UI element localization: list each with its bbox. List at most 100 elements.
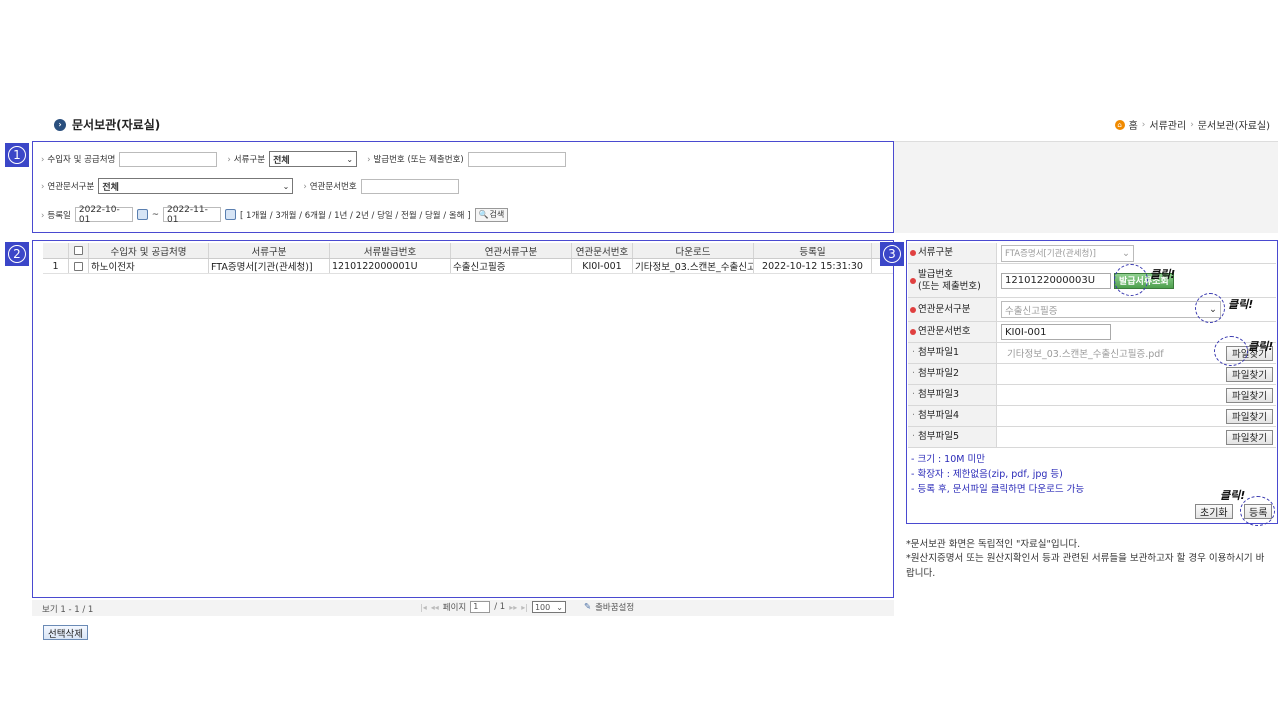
col-download[interactable]: 다운로드 [633, 243, 754, 258]
doctype-select[interactable]: 전체 ⌄ [269, 151, 358, 167]
section-badge-3: 3 [880, 242, 904, 266]
search-panel-filler [894, 141, 1278, 233]
file-browse-button-5[interactable]: 파일찾기 [1226, 429, 1273, 445]
grid-header: 수입자 및 공급처명 서류구분 서류발급번호 연관서류구분 연관문서번호 다운로… [43, 243, 893, 259]
chevron-down-icon: ⌄ [556, 602, 563, 612]
calendar-icon[interactable] [136, 209, 148, 220]
attach-label-5: · 첨부파일5 [908, 427, 997, 447]
note-extension: - 확장자 : 제한없음(zip, pdf, jpg 등) [911, 469, 1063, 480]
breadcrumb-current: 문서보관(자료실) [1197, 121, 1270, 132]
section-badge-1: 1 [5, 143, 29, 167]
attach-label-3: · 첨부파일3 [908, 385, 997, 405]
row-check-cell[interactable] [69, 259, 89, 273]
period-this-year[interactable]: 올해 [449, 211, 465, 221]
period-today[interactable]: 당일 [377, 211, 393, 221]
col-related-no[interactable]: 연관문서번호 [572, 243, 633, 258]
issue-no-input[interactable] [467, 151, 566, 167]
click-highlight-related-type [1195, 293, 1225, 323]
reset-button[interactable]: 초기화 [1195, 504, 1233, 519]
form-row-attach-5: · 첨부파일5 파일찾기 [908, 427, 1276, 448]
period-last-month[interactable]: 전월 [401, 211, 417, 221]
form-doctype-value: FTA증명서[기관(관세청)] [1005, 249, 1096, 259]
page-input[interactable]: 1 [470, 601, 491, 613]
required-icon [910, 277, 916, 284]
doctype-select-value: 전체 [273, 155, 290, 166]
pager-nav: |◂ ◂◂ 페이지 1 / 1 ▸▸ ▸| 100 ⌄ ✎ 출바꿈설정 [420, 601, 634, 613]
breadcrumb-separator-icon: › [1141, 119, 1146, 130]
period-1y[interactable]: 1년 [334, 211, 347, 221]
col-importer[interactable]: 수입자 및 공급처명 [89, 243, 209, 258]
column-settings-link[interactable]: 출바꿈설정 [595, 601, 634, 613]
col-doctype[interactable]: 서류구분 [209, 243, 330, 258]
form-row-attach-3: · 첨부파일3 파일찾기 [908, 385, 1276, 406]
form-related-type-select[interactable]: 수출신고필증 ⌄ [1001, 301, 1221, 318]
row-download-link[interactable]: 기타정보_03.스캔본_수출신고필증.pdf [633, 259, 754, 273]
period-3m[interactable]: 3개월 [275, 211, 296, 221]
click-annotation-file: 클릭! [1248, 340, 1274, 353]
first-page-icon[interactable]: |◂ [420, 603, 427, 612]
page-size-value: 100 [534, 602, 551, 612]
row-checkbox[interactable] [74, 261, 83, 271]
col-reg-date[interactable]: 등록일 [754, 243, 872, 258]
form-doctype-label: 서류구분 [908, 243, 997, 263]
click-highlight-issue [1114, 264, 1148, 296]
chevron-down-icon: ⌄ [346, 154, 354, 164]
next-page-icon[interactable]: ▸▸ [509, 603, 517, 612]
file-browse-button-3[interactable]: 파일찾기 [1226, 387, 1273, 403]
page-title-text: 문서보관(자료실) [72, 118, 161, 132]
col-no [43, 243, 69, 258]
home-icon: ⌂ [1114, 119, 1125, 130]
section-badge-2: 2 [5, 242, 29, 266]
footnote-2: *원산지증명서 또는 원산지확인서 등과 관련된 서류들을 보관하고자 할 경우… [906, 553, 1265, 564]
prev-page-icon[interactable]: ◂◂ [431, 603, 439, 612]
attach-label-4: · 첨부파일4 [908, 406, 997, 426]
footnote-1: *문서보관 화면은 독립적인 "자료실"입니다. [906, 539, 1081, 550]
form-issue-no-input[interactable]: 1210122000003U [1001, 272, 1111, 289]
select-all-checkbox[interactable] [74, 246, 83, 255]
pager-info: 보기 1 - 1 / 1 [42, 605, 94, 615]
pager: 보기 1 - 1 / 1 |◂ ◂◂ 페이지 1 / 1 ▸▸ ▸| 100 ⌄… [32, 600, 894, 616]
form-row-doctype: 서류구분 FTA증명서[기관(관세청)] ⌄ [908, 243, 1276, 264]
wrench-icon: ✎ [583, 602, 592, 612]
form-related-no-label: 연관문서번호 [908, 322, 997, 342]
form-doctype-select[interactable]: FTA증명서[기관(관세청)] ⌄ [1001, 244, 1134, 262]
calendar-icon[interactable] [225, 209, 236, 220]
page-total: / 1 [494, 602, 506, 612]
search-panel: 수입자 및 공급처명 서류구분 전체 ⌄ 발급번호 (또는 제출번호) 연관문서… [32, 141, 894, 233]
date-from-input[interactable]: 2022-10-01 [74, 205, 133, 225]
col-related-type[interactable]: 연관서류구분 [451, 243, 572, 258]
related-type-select[interactable]: 전체 ⌄ [98, 178, 294, 194]
importer-input[interactable] [119, 151, 218, 167]
period-2y[interactable]: 2년 [356, 211, 369, 221]
period-links: [ 1개월 / 3개월 / 6개월 / 1년 / 2년 / 당일 / 전월 / … [240, 210, 471, 221]
period-this-month[interactable]: 당월 [425, 211, 441, 221]
row-issue-no: 1210122000001U [330, 259, 451, 273]
date-separator: ~ [151, 209, 159, 220]
page-size-select[interactable]: 100 ⌄ [531, 601, 566, 613]
form-related-no-input[interactable]: KI0I-001 [1001, 324, 1111, 340]
row-related-no: KI0I-001 [572, 259, 633, 273]
click-annotation-issue: 클릭! [1150, 268, 1176, 281]
table-row[interactable]: 1 하노이전자 FTA증명서[기관(관세청)] 1210122000001U 수… [43, 259, 893, 274]
search-button[interactable]: 🔍 검색 [474, 207, 509, 222]
last-page-icon[interactable]: ▸| [521, 603, 528, 612]
breadcrumb-docs[interactable]: 서류관리 [1149, 117, 1186, 132]
form-row-attach-2: · 첨부파일2 파일찾기 [908, 364, 1276, 385]
page-label: 페이지 [442, 603, 467, 613]
breadcrumb-separator-icon: › [1190, 119, 1194, 130]
related-no-input[interactable] [360, 178, 459, 194]
col-issue-no[interactable]: 서류발급번호 [330, 243, 451, 258]
row-reg-date: 2022-10-12 15:31:30 [754, 259, 872, 273]
period-6m[interactable]: 6개월 [305, 211, 326, 221]
file-browse-button-2[interactable]: 파일찾기 [1226, 366, 1273, 382]
delete-selected-button[interactable]: 선택삭제 [43, 625, 88, 640]
attach-1-filename: 기타정보_03.스캔본_수출신고필증.pdf [1007, 349, 1164, 360]
note-size: - 크기 : 10M 미만 [911, 454, 985, 465]
date-to-input[interactable]: 2022-11-01 [163, 205, 221, 225]
col-check[interactable] [69, 243, 89, 258]
file-browse-button-4[interactable]: 파일찾기 [1226, 408, 1273, 424]
period-1m[interactable]: 1개월 [246, 211, 267, 221]
breadcrumb-home[interactable]: 홈 [1129, 117, 1138, 132]
search-button-label: 검색 [489, 210, 505, 219]
attach-label-2: · 첨부파일2 [908, 364, 997, 384]
